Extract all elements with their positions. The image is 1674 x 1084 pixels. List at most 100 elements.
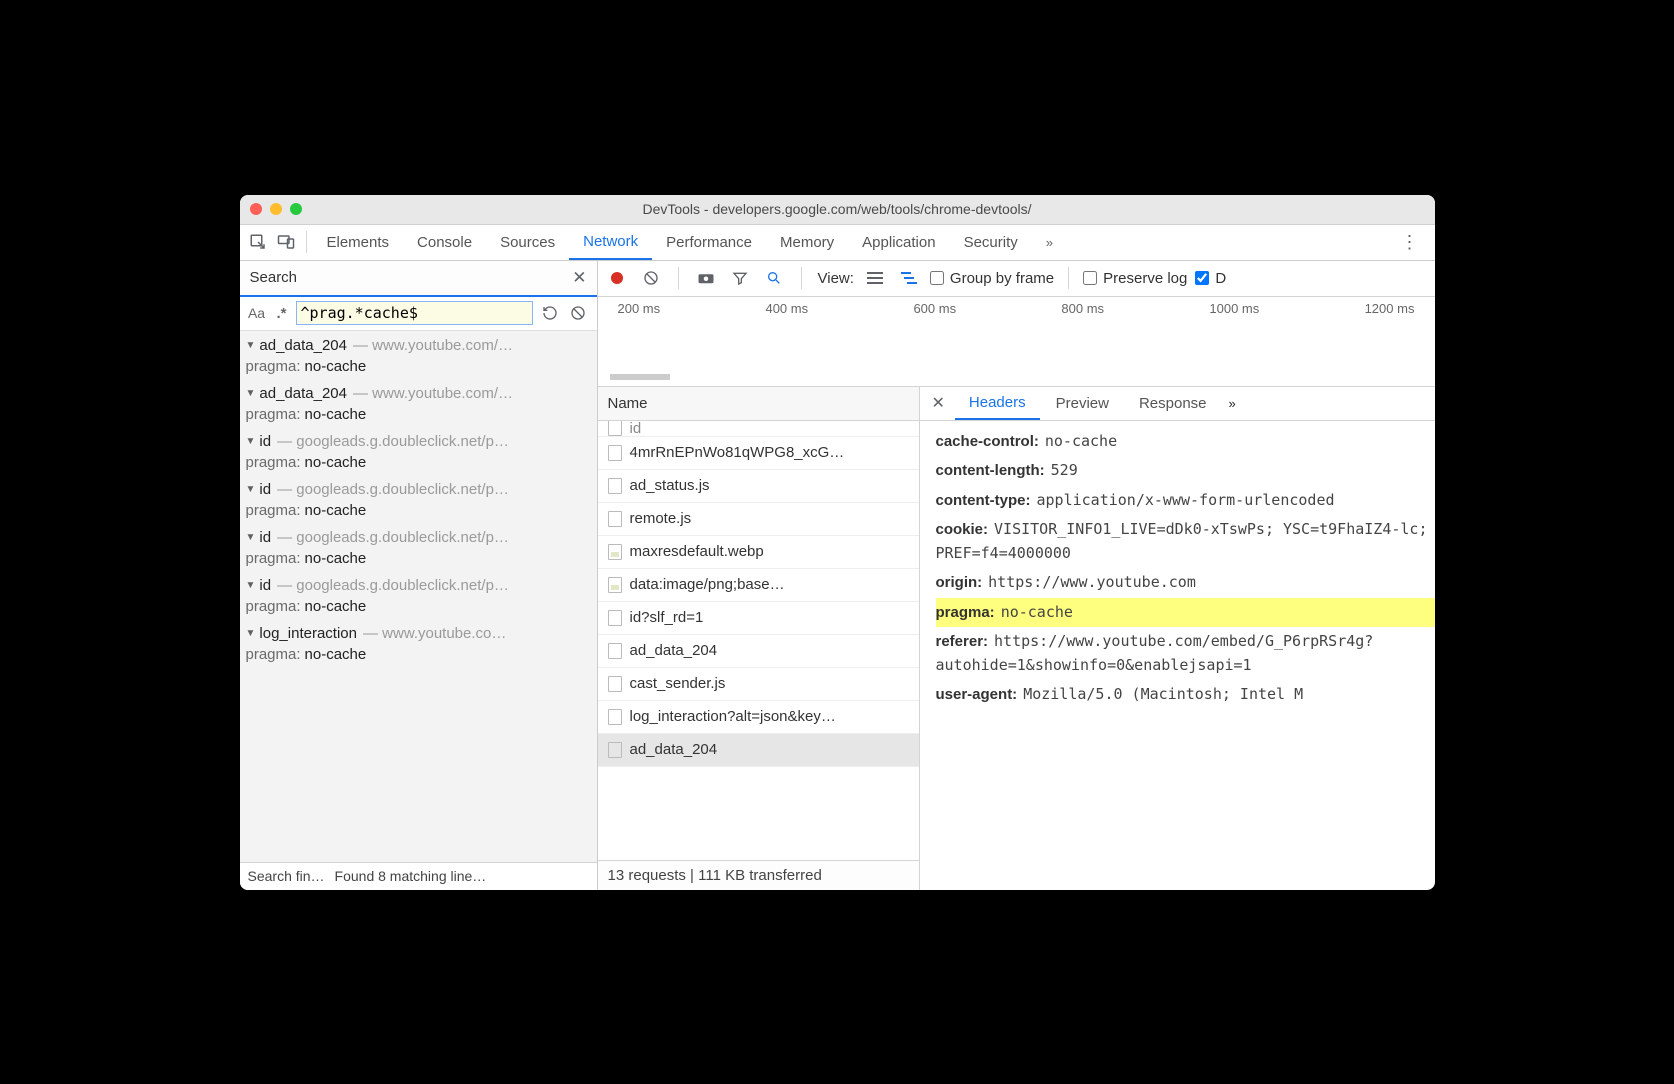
search-result[interactable]: ▼id — googleads.g.doubleclick.net/p…prag… bbox=[240, 523, 597, 571]
disable-cache-checkbox[interactable]: D bbox=[1195, 270, 1226, 287]
image-file-icon bbox=[608, 577, 622, 593]
search-input-row: Aa .* bbox=[240, 297, 597, 331]
collapse-icon: ▼ bbox=[246, 484, 256, 495]
record-icon[interactable] bbox=[604, 265, 630, 291]
table-row[interactable]: remote.js bbox=[598, 503, 919, 536]
header-line: cookie:VISITOR_INFO1_LIVE=dDk0-xTswPs; Y… bbox=[936, 515, 1435, 568]
image-file-icon bbox=[608, 544, 622, 560]
collapse-icon: ▼ bbox=[246, 532, 256, 543]
header-key: referer: bbox=[936, 633, 989, 650]
tab-application[interactable]: Application bbox=[848, 225, 949, 260]
table-row[interactable]: id bbox=[598, 421, 919, 437]
search-result[interactable]: ▼ad_data_204 — www.youtube.com/…pragma:n… bbox=[240, 331, 597, 379]
search-icon[interactable] bbox=[761, 265, 787, 291]
tab-console[interactable]: Console bbox=[403, 225, 486, 260]
details-tabs: ✕ HeadersPreviewResponse » bbox=[920, 387, 1435, 421]
table-row[interactable]: log_interaction?alt=json&key… bbox=[598, 701, 919, 734]
timeline-tick: 600 ms bbox=[913, 301, 956, 316]
header-key: cookie: bbox=[936, 521, 989, 538]
requests-summary: 13 requests | 111 KB transferred bbox=[598, 860, 919, 890]
table-row[interactable]: 4mrRnEPnWo81qWPG8_xcG… bbox=[598, 437, 919, 470]
search-result[interactable]: ▼log_interaction — www.youtube.co…pragma… bbox=[240, 619, 597, 667]
header-key: user-agent: bbox=[936, 686, 1018, 703]
search-result[interactable]: ▼id — googleads.g.doubleclick.net/p…prag… bbox=[240, 571, 597, 619]
large-rows-icon[interactable] bbox=[862, 265, 888, 291]
tab-performance[interactable]: Performance bbox=[652, 225, 766, 260]
panel-tabs: ElementsConsoleSourcesNetworkPerformance… bbox=[240, 225, 1435, 261]
inspect-element-icon[interactable] bbox=[244, 228, 272, 256]
result-header-key: pragma: bbox=[246, 502, 301, 519]
tab-network[interactable]: Network bbox=[569, 225, 652, 260]
timeline[interactable]: 200 ms400 ms600 ms800 ms1000 ms1200 ms bbox=[598, 297, 1435, 387]
timeline-tick: 200 ms bbox=[618, 301, 661, 316]
window-controls bbox=[250, 203, 302, 215]
search-result[interactable]: ▼ad_data_204 — www.youtube.com/…pragma:n… bbox=[240, 379, 597, 427]
search-footer-status: Search fin… bbox=[248, 868, 325, 884]
search-result[interactable]: ▼id — googleads.g.doubleclick.net/p…prag… bbox=[240, 475, 597, 523]
tab-sources[interactable]: Sources bbox=[486, 225, 569, 260]
result-domain: — googleads.g.doubleclick.net/p… bbox=[277, 577, 509, 594]
clear-icon[interactable] bbox=[638, 265, 664, 291]
request-name: ad_status.js bbox=[630, 477, 710, 494]
search-pane: Search ✕ Aa .* ▼ad_data_204 — www.youtub… bbox=[240, 261, 598, 890]
details-tab-headers[interactable]: Headers bbox=[955, 387, 1040, 420]
match-case-toggle[interactable]: Aa bbox=[246, 305, 268, 321]
header-value: https://www.youtube.com bbox=[988, 573, 1196, 591]
details-tab-preview[interactable]: Preview bbox=[1042, 387, 1123, 420]
table-row[interactable]: ad_data_204 bbox=[598, 734, 919, 767]
preserve-log-checkbox[interactable]: Preserve log bbox=[1083, 270, 1187, 287]
timeline-bar bbox=[610, 374, 670, 380]
zoom-window-button[interactable] bbox=[290, 203, 302, 215]
requests-header: Name bbox=[598, 387, 919, 421]
header-value: 529 bbox=[1051, 461, 1078, 479]
details-tab-response[interactable]: Response bbox=[1125, 387, 1221, 420]
capture-screenshots-icon[interactable] bbox=[693, 265, 719, 291]
group-by-frame-checkbox[interactable]: Group by frame bbox=[930, 270, 1054, 287]
result-header-key: pragma: bbox=[246, 646, 301, 663]
table-row[interactable]: ad_data_204 bbox=[598, 635, 919, 668]
request-name: data:image/png;base… bbox=[630, 576, 785, 593]
result-name: log_interaction bbox=[259, 625, 357, 642]
separator bbox=[678, 267, 679, 289]
header-line: cache-control:no-cache bbox=[936, 427, 1435, 457]
request-name: ad_data_204 bbox=[630, 741, 718, 758]
timeline-tick: 1200 ms bbox=[1365, 301, 1415, 316]
table-row[interactable]: data:image/png;base… bbox=[598, 569, 919, 602]
window-title: DevTools - developers.google.com/web/too… bbox=[240, 201, 1435, 217]
request-name: 4mrRnEPnWo81qWPG8_xcG… bbox=[630, 444, 845, 461]
header-key: cache-control: bbox=[936, 433, 1039, 450]
tab-security[interactable]: Security bbox=[950, 225, 1032, 260]
file-icon bbox=[608, 643, 622, 659]
close-window-button[interactable] bbox=[250, 203, 262, 215]
clear-search-icon[interactable] bbox=[567, 302, 589, 324]
refresh-search-icon[interactable] bbox=[539, 302, 561, 324]
filter-icon[interactable] bbox=[727, 265, 753, 291]
headers-panel: cache-control:no-cachecontent-length:529… bbox=[920, 421, 1435, 890]
more-tabs-chevron-icon[interactable]: » bbox=[1036, 235, 1063, 250]
header-value: no-cache bbox=[1001, 603, 1073, 621]
close-details-icon[interactable]: ✕ bbox=[924, 393, 953, 413]
minimize-window-button[interactable] bbox=[270, 203, 282, 215]
tab-memory[interactable]: Memory bbox=[766, 225, 848, 260]
result-header-value: no-cache bbox=[305, 646, 367, 663]
collapse-icon: ▼ bbox=[246, 340, 256, 351]
regex-toggle[interactable]: .* bbox=[274, 305, 290, 322]
search-result[interactable]: ▼id — googleads.g.doubleclick.net/p…prag… bbox=[240, 427, 597, 475]
result-header-key: pragma: bbox=[246, 358, 301, 375]
tab-elements[interactable]: Elements bbox=[313, 225, 404, 260]
more-details-tabs-icon[interactable]: » bbox=[1229, 396, 1236, 411]
table-row[interactable]: ad_status.js bbox=[598, 470, 919, 503]
device-toolbar-icon[interactable] bbox=[272, 228, 300, 256]
table-row[interactable]: id?slf_rd=1 bbox=[598, 602, 919, 635]
table-row[interactable]: cast_sender.js bbox=[598, 668, 919, 701]
result-header-value: no-cache bbox=[305, 358, 367, 375]
result-name: ad_data_204 bbox=[259, 337, 347, 354]
search-footer-count: Found 8 matching line… bbox=[335, 868, 487, 884]
header-key: content-type: bbox=[936, 492, 1031, 509]
waterfall-icon[interactable] bbox=[896, 265, 922, 291]
search-input[interactable] bbox=[296, 301, 533, 325]
kebab-menu-icon[interactable]: ⋮ bbox=[1391, 232, 1431, 253]
close-search-icon[interactable]: ✕ bbox=[572, 268, 586, 288]
table-row[interactable]: maxresdefault.webp bbox=[598, 536, 919, 569]
view-label: View: bbox=[818, 270, 854, 287]
